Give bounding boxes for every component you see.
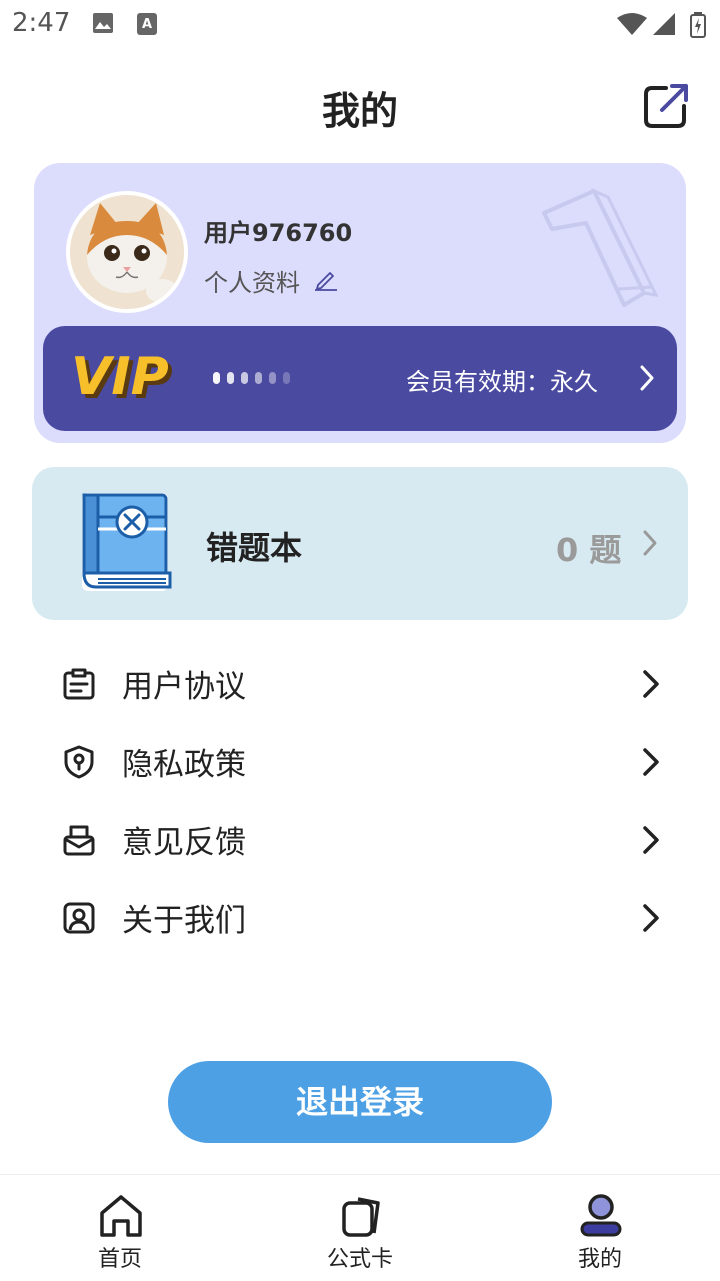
avatar[interactable] xyxy=(66,191,188,313)
nav-label: 公式卡 xyxy=(326,1247,393,1272)
wrong-book-count: 0 题 xyxy=(556,531,622,569)
cards-icon xyxy=(342,1197,380,1237)
wrong-book-title: 错题本 xyxy=(206,529,303,567)
profile-icon xyxy=(580,1194,622,1237)
signal-icon xyxy=(653,13,675,35)
menu-item-feedback[interactable]: 意见反馈 xyxy=(0,801,720,879)
vip-validity-text: 会员有效期：永久 xyxy=(406,368,598,396)
svg-text:VIP: VIP xyxy=(71,347,169,407)
menu-item-label: 意见反馈 xyxy=(122,825,246,861)
document-icon xyxy=(63,668,95,700)
menu-item-label: 用户协议 xyxy=(122,669,246,705)
username: 用户976760 xyxy=(204,219,353,247)
chevron-right-icon xyxy=(643,530,657,556)
feedback-mail-icon xyxy=(63,825,95,856)
menu-item-privacy-policy[interactable]: 隐私政策 xyxy=(0,723,720,801)
vip-logo: VIP VIP xyxy=(71,347,173,411)
edit-pencil-icon[interactable] xyxy=(314,267,338,291)
status-time: 2:47 xyxy=(12,8,71,38)
menu-item-label: 隐私政策 xyxy=(122,747,246,783)
chevron-right-icon xyxy=(643,670,659,698)
cat-avatar-image xyxy=(70,195,184,309)
profile-card: 用户976760 个人资料 VIP VIP 会员有效期：永久 xyxy=(34,163,686,443)
vip-decoration-dots xyxy=(213,372,290,384)
keyboard-notification-icon: A xyxy=(137,13,157,35)
rank-number-watermark xyxy=(542,188,659,307)
chevron-right-icon xyxy=(643,826,659,854)
battery-icon xyxy=(690,12,706,38)
profile-link[interactable]: 个人资料 xyxy=(204,263,300,298)
home-icon xyxy=(100,1195,142,1237)
wifi-icon xyxy=(617,13,647,35)
image-notification-icon xyxy=(93,13,113,33)
bottom-nav: 首页 公式卡 我的 xyxy=(0,1174,720,1281)
shield-lock-icon xyxy=(64,745,94,779)
nav-tab-home[interactable]: 首页 xyxy=(0,1175,240,1281)
chevron-right-icon xyxy=(643,748,659,776)
menu-item-about-us[interactable]: 关于我们 xyxy=(0,879,720,957)
menu-item-user-agreement[interactable]: 用户协议 xyxy=(0,645,720,723)
share-icon[interactable] xyxy=(640,80,692,132)
nav-label: 首页 xyxy=(97,1247,142,1272)
vip-membership-bar[interactable]: VIP VIP 会员有效期：永久 xyxy=(43,326,677,431)
nav-tab-mine[interactable]: 我的 xyxy=(480,1175,720,1281)
status-bar: 2:47 A xyxy=(0,0,720,48)
logout-button[interactable]: 退出登录 xyxy=(168,1061,552,1143)
svg-text:A: A xyxy=(142,17,152,32)
chevron-right-icon xyxy=(643,904,659,932)
page-title: 我的 xyxy=(321,89,398,133)
wrong-book-card[interactable]: 错题本 0 题 xyxy=(32,467,688,620)
nav-tab-formula-cards[interactable]: 公式卡 xyxy=(240,1175,480,1281)
menu-item-label: 关于我们 xyxy=(122,903,246,939)
chevron-right-icon xyxy=(640,365,654,391)
wrong-book-icon xyxy=(82,493,172,591)
person-card-icon xyxy=(63,902,95,934)
nav-label: 我的 xyxy=(577,1247,622,1272)
